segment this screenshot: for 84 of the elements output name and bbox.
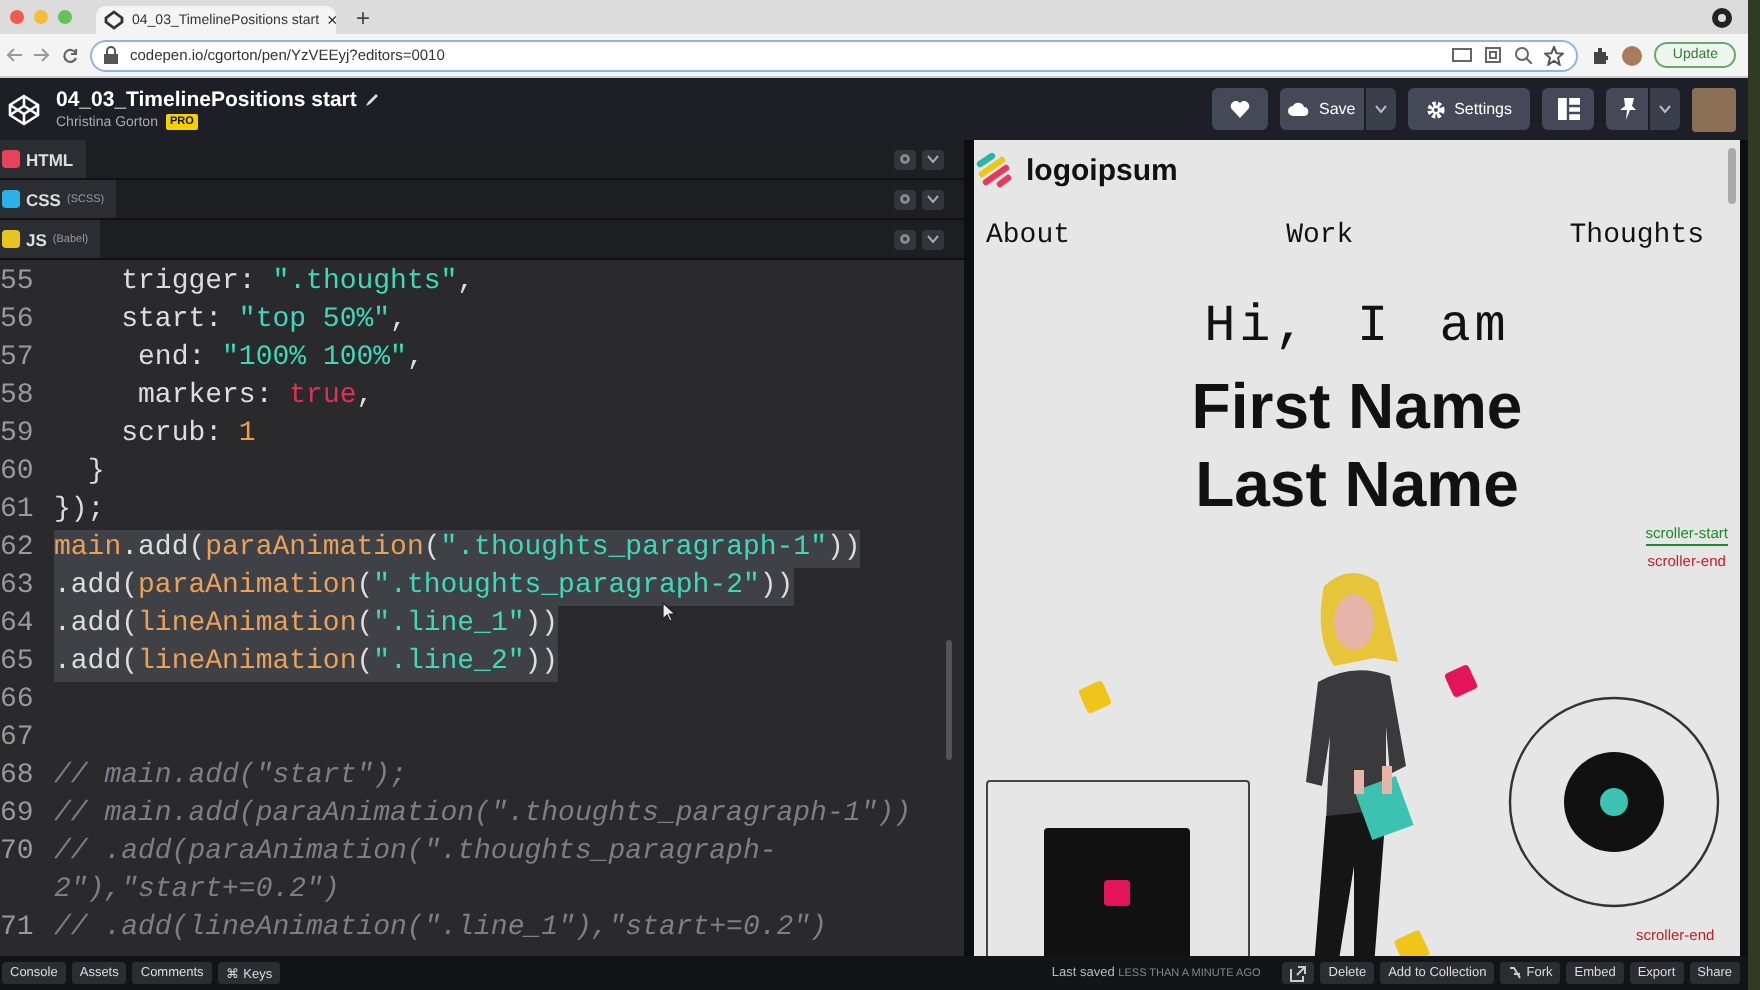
back-icon[interactable] bbox=[6, 48, 22, 62]
heart-icon bbox=[1230, 100, 1251, 118]
line-number: 57 bbox=[0, 340, 36, 378]
caret-icon bbox=[1658, 104, 1672, 114]
line-number: 59 bbox=[0, 416, 36, 454]
pin-button[interactable] bbox=[1606, 88, 1648, 130]
star-icon[interactable] bbox=[1544, 45, 1565, 65]
scrollbar-thumb[interactable] bbox=[946, 640, 952, 760]
editor-tab[interactable]: HTML bbox=[0, 140, 86, 178]
avatar-icon[interactable] bbox=[1622, 45, 1643, 65]
code-line: } bbox=[85, 454, 105, 492]
dropdown-button[interactable] bbox=[922, 229, 944, 249]
dropdown-button[interactable] bbox=[922, 189, 944, 209]
line-number: 67 bbox=[0, 720, 36, 758]
gear-icon bbox=[898, 152, 912, 166]
line-number: 70 bbox=[0, 834, 36, 872]
new-tab-button[interactable]: + bbox=[356, 5, 371, 29]
line-number: 65 bbox=[0, 644, 36, 682]
line-number: 61 bbox=[0, 492, 36, 530]
fork-icon bbox=[1508, 966, 1523, 980]
line-number: 71 bbox=[0, 910, 36, 948]
code-comment: // .add(lineAnimation(".line_1"),"start+=0.2") bbox=[54, 910, 827, 948]
code-comment: // main.add("start"); bbox=[54, 758, 407, 796]
pin-icon bbox=[1617, 98, 1637, 120]
zoom-icon[interactable] bbox=[1514, 46, 1533, 64]
settings-button[interactable]: Settings bbox=[1408, 88, 1530, 130]
mouse-pointer-icon bbox=[662, 602, 676, 622]
extension-icon[interactable] bbox=[1590, 45, 1611, 65]
line-number: 66 bbox=[0, 682, 36, 720]
code-line: }); bbox=[54, 492, 105, 530]
gear-icon bbox=[1426, 99, 1447, 119]
greeting-text: Hi, I am bbox=[1204, 296, 1510, 356]
like-button[interactable] bbox=[1212, 88, 1269, 130]
logo-text: logoipsum bbox=[1026, 153, 1178, 187]
gear-icon bbox=[898, 232, 912, 246]
line-number: 55 bbox=[0, 264, 36, 302]
open-external-button[interactable] bbox=[1282, 962, 1315, 984]
code-line: markers: true, bbox=[136, 378, 374, 416]
forward-icon[interactable] bbox=[34, 48, 50, 62]
name-heading: Last Name bbox=[1195, 446, 1519, 524]
caret-icon bbox=[926, 234, 940, 244]
nav-link[interactable]: Work bbox=[1286, 220, 1354, 252]
line-number: 69 bbox=[0, 796, 36, 834]
dropdown-button[interactable] bbox=[922, 149, 944, 169]
settings-button[interactable] bbox=[894, 149, 916, 169]
code-comment: // .add(paraAnimation(".thoughts_paragraph-2"),"start+=0.2") bbox=[54, 834, 779, 910]
layout-button[interactable] bbox=[1542, 88, 1594, 130]
caret-icon bbox=[926, 194, 940, 204]
line-number: 63 bbox=[0, 568, 36, 606]
line-number: 60 bbox=[0, 454, 36, 492]
lock-icon bbox=[104, 46, 118, 64]
avatar-photo[interactable] bbox=[1692, 87, 1736, 131]
close-tab-icon[interactable]: × bbox=[327, 11, 338, 29]
code-line: start: "top 50%", bbox=[119, 302, 407, 340]
line-number: 62 bbox=[0, 530, 36, 568]
record-icon[interactable] bbox=[1712, 7, 1732, 27]
reload-icon[interactable] bbox=[62, 47, 78, 63]
caret-icon bbox=[926, 154, 940, 164]
code-line: end: "100% 100%", bbox=[136, 340, 424, 378]
pencil-icon[interactable] bbox=[364, 92, 381, 108]
confetti-square bbox=[1393, 929, 1431, 956]
dropdown-button[interactable] bbox=[1650, 88, 1680, 130]
code-line: scrub: 1 bbox=[119, 416, 256, 454]
pen-title[interactable]: 04_03_TimelinePositions start bbox=[56, 88, 357, 112]
scrollbar-thumb[interactable] bbox=[1728, 148, 1736, 204]
nav-link[interactable]: About bbox=[986, 220, 1071, 252]
code-line: trigger: ".thoughts", bbox=[119, 264, 475, 302]
nav-link[interactable]: Thoughts bbox=[1569, 220, 1704, 252]
name-heading: First Name bbox=[1191, 368, 1523, 446]
settings-button[interactable] bbox=[894, 229, 916, 249]
dropdown-button[interactable] bbox=[1366, 88, 1397, 130]
save-button[interactable]: Save bbox=[1280, 88, 1365, 130]
layout-icon bbox=[1557, 98, 1579, 120]
line-number: 56 bbox=[0, 302, 36, 340]
gear-icon bbox=[898, 192, 912, 206]
line-number: 58 bbox=[0, 378, 36, 416]
cloud-icon bbox=[1288, 102, 1311, 116]
logo-icon bbox=[976, 152, 1012, 188]
line-number: 64 bbox=[0, 606, 36, 644]
line-number: 68 bbox=[0, 758, 36, 796]
code-comment: // main.add(paraAnimation(".thoughts_paragraph-1")) bbox=[54, 796, 911, 834]
settings-button[interactable] bbox=[894, 189, 916, 209]
caret-icon bbox=[1374, 104, 1389, 114]
external-link-icon bbox=[1290, 965, 1307, 981]
